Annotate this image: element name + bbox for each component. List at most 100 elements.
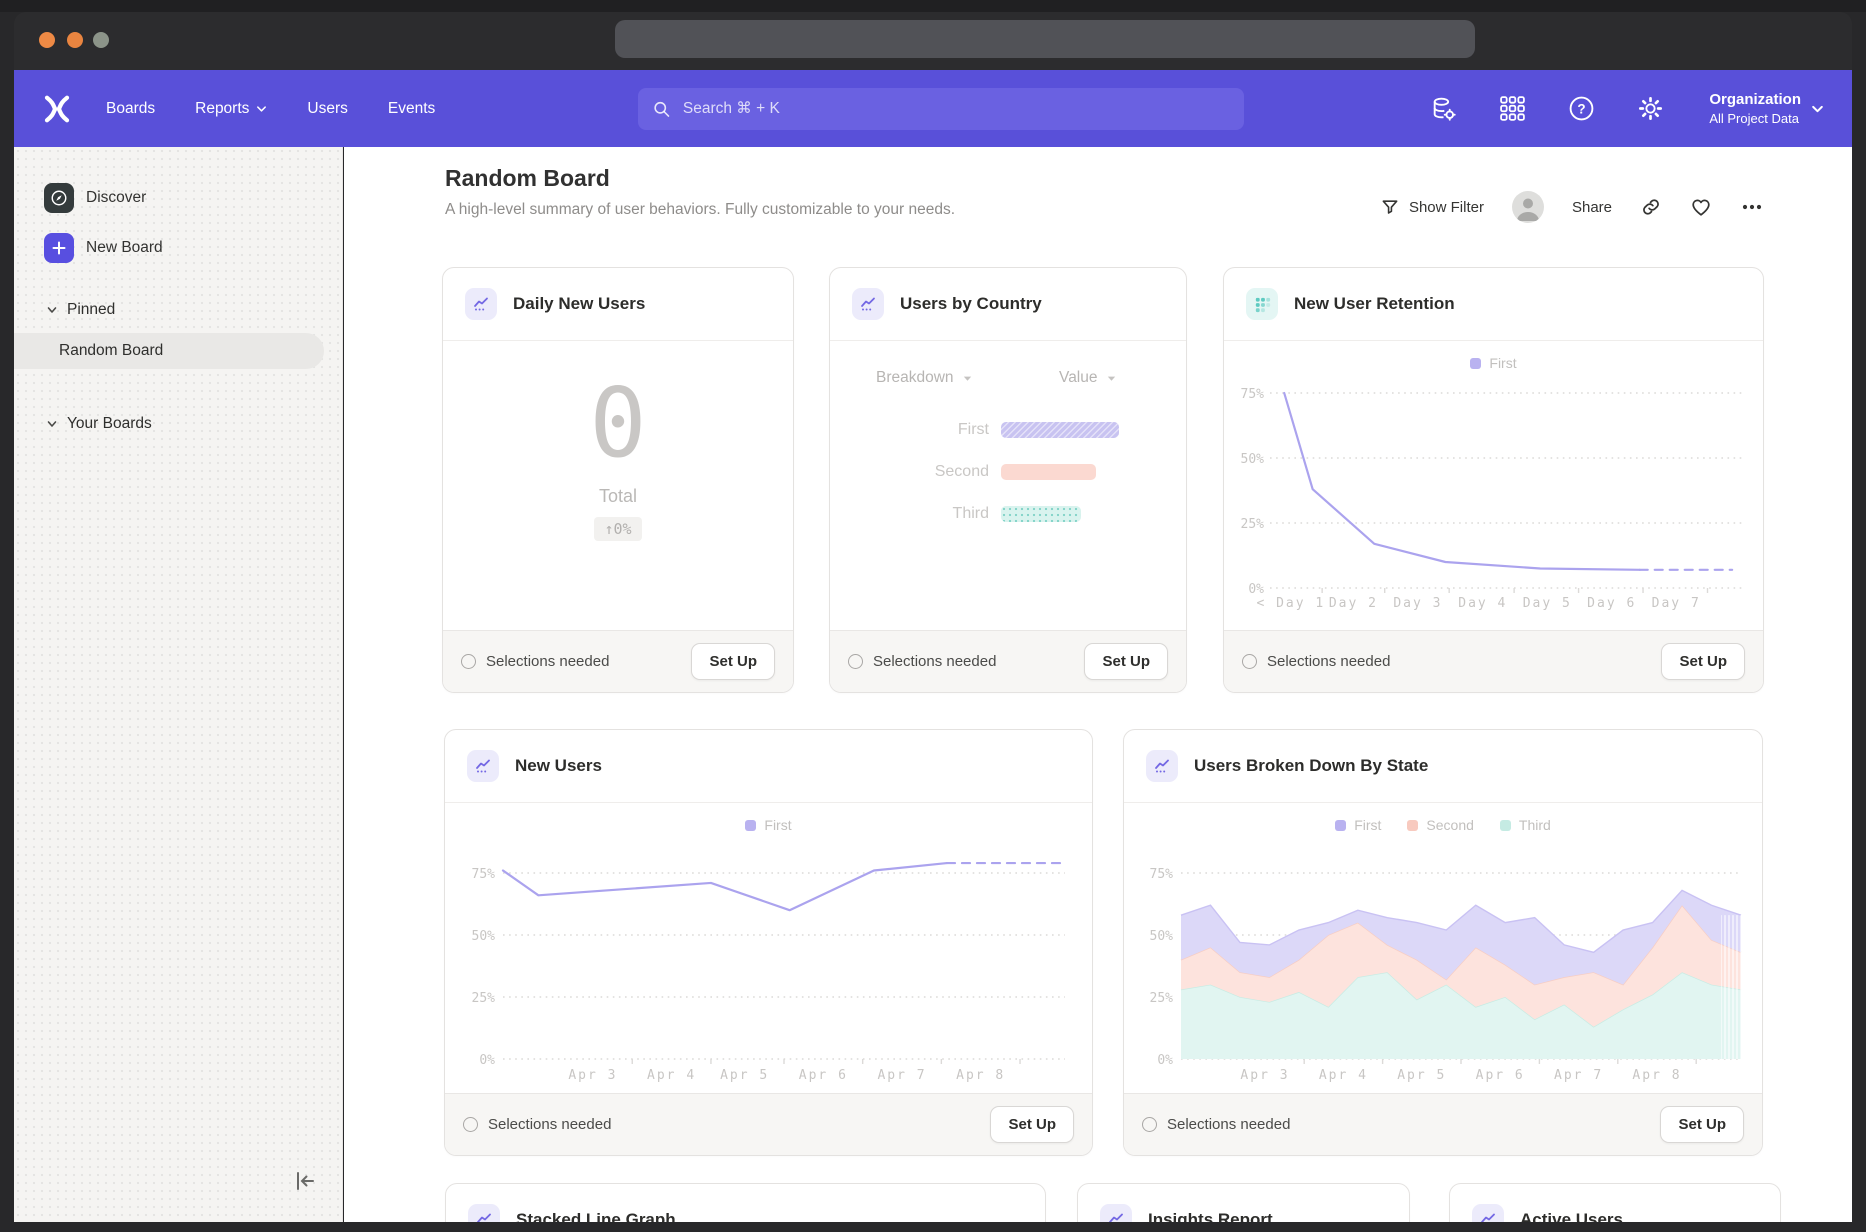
retention-line-chart[interactable]: 75%50%25%0%< Day 1Day 2Day 3Day 4Day 5Da… [1224, 341, 1764, 633]
country-bar[interactable] [1001, 422, 1119, 438]
board-controls: Show Filter Share [1380, 191, 1764, 223]
apps-grid-icon[interactable] [1499, 95, 1526, 122]
chevron-down-icon [256, 103, 267, 114]
line-chart-icon [1100, 1204, 1132, 1222]
svg-text:Apr 8: Apr 8 [1632, 1068, 1681, 1083]
traffic-light-zoom[interactable] [93, 32, 109, 48]
data-management-icon[interactable] [1430, 95, 1457, 122]
more-options-icon[interactable] [1740, 195, 1764, 219]
status-label: Selections needed [1167, 1116, 1290, 1133]
nav-item-users[interactable]: Users [307, 100, 347, 118]
line-chart-icon [1472, 1204, 1504, 1222]
country-row: Third [830, 505, 1186, 523]
card-footer: Selections needed Set Up [1124, 1093, 1762, 1155]
page-subtitle: A high-level summary of user behaviors. … [445, 201, 955, 219]
svg-text:0%: 0% [1248, 582, 1264, 597]
sidebar-item-label: Discover [86, 189, 146, 207]
collapse-sidebar-icon[interactable] [292, 1168, 318, 1194]
share-button[interactable]: Share [1572, 199, 1612, 216]
card-footer: Selections needed Set Up [443, 630, 793, 692]
nav-item-label: Users [307, 100, 347, 118]
svg-text:75%: 75% [472, 867, 496, 882]
state-area-chart[interactable]: 75%50%25%0%Apr 3Apr 4Apr 5Apr 6Apr 7Apr … [1124, 803, 1763, 1100]
status-label: Selections needed [1267, 653, 1390, 670]
card-title: Stacked Line Graph [516, 1210, 676, 1222]
board-link-label: Random Board [59, 342, 163, 360]
sidebar: Discover New Board Pinned Random Board [14, 147, 343, 1222]
plus-icon [44, 233, 74, 263]
country-bar[interactable] [1001, 464, 1096, 480]
org-switcher[interactable]: Organization All Project Data [1709, 70, 1824, 147]
search-bar[interactable] [638, 88, 1244, 130]
country-row: Second [830, 463, 1186, 481]
board-main: Random Board A high-level summary of use… [344, 147, 1852, 1222]
card-active-users: Active Users [1449, 1183, 1781, 1222]
card-body: First 75%50%25%0%< Day 1Day 2Day 3Day 4D… [1224, 341, 1763, 633]
sidebar-section-pinned[interactable]: Pinned [14, 295, 115, 325]
svg-text:0%: 0% [1157, 1053, 1173, 1068]
favorite-heart-icon[interactable] [1690, 196, 1712, 218]
mixpanel-logo-icon[interactable] [42, 94, 72, 124]
status-circle-icon [461, 654, 476, 669]
card-header: Users by Country [830, 268, 1186, 341]
sidebar-item-random-board[interactable]: Random Board [14, 333, 324, 369]
card-header: Active Users [1450, 1184, 1780, 1222]
browser-tabstrip [0, 0, 1866, 12]
help-icon[interactable]: ? [1568, 95, 1595, 122]
card-insights-report: Insights Report [1077, 1183, 1410, 1222]
svg-text:Apr 7: Apr 7 [877, 1068, 926, 1083]
status-circle-icon [848, 654, 863, 669]
card-title: Insights Report [1148, 1210, 1273, 1222]
card-header: New User Retention [1224, 268, 1763, 341]
svg-text:25%: 25% [472, 991, 496, 1006]
card-stacked-line-graph: Stacked Line Graph [445, 1183, 1046, 1222]
show-filter-button[interactable]: Show Filter [1380, 197, 1484, 217]
nav-right-icons: ? [1430, 70, 1664, 147]
set-up-button[interactable]: Set Up [1084, 643, 1168, 680]
sidebar-item-new-board[interactable]: New Board [14, 229, 163, 267]
chevron-down-icon [46, 304, 58, 316]
country-row-label: Third [830, 505, 1001, 523]
breakdown-label: Breakdown [876, 369, 954, 387]
card-title: Users by Country [900, 294, 1042, 314]
svg-text:?: ? [1577, 102, 1585, 117]
settings-gear-icon[interactable] [1637, 95, 1664, 122]
top-navbar: Boards Reports Users Events [14, 70, 1852, 147]
metric-label: Total [599, 486, 637, 507]
svg-text:Day 4: Day 4 [1458, 596, 1507, 611]
status-label: Selections needed [873, 653, 996, 670]
set-up-button[interactable]: Set Up [691, 643, 775, 680]
new-users-line-chart[interactable]: 75%50%25%0%Apr 3Apr 4Apr 5Apr 6Apr 7Apr … [445, 803, 1093, 1100]
section-label: Pinned [67, 301, 115, 319]
value-dropdown[interactable]: Value [1059, 369, 1117, 387]
traffic-light-minimize[interactable] [67, 32, 83, 48]
sidebar-item-discover[interactable]: Discover [14, 179, 146, 217]
copy-link-icon[interactable] [1640, 196, 1662, 218]
chevron-down-icon [962, 373, 973, 384]
set-up-button[interactable]: Set Up [990, 1106, 1074, 1143]
status: Selections needed [848, 653, 996, 670]
nav-item-events[interactable]: Events [388, 100, 435, 118]
search-input[interactable] [681, 99, 1230, 119]
status-circle-icon [1142, 1117, 1157, 1132]
set-up-button[interactable]: Set Up [1661, 643, 1745, 680]
card-new-user-retention: New User Retention First 75%50%25%0%< Da… [1223, 267, 1764, 693]
line-chart-icon [468, 1204, 500, 1222]
set-up-button[interactable]: Set Up [1660, 1106, 1744, 1143]
country-row-label: First [830, 421, 1001, 439]
traffic-light-close[interactable] [39, 32, 55, 48]
nav-item-reports[interactable]: Reports [195, 100, 267, 118]
sidebar-section-your-boards[interactable]: Your Boards [14, 409, 152, 439]
breakdown-dropdown[interactable]: Breakdown [876, 369, 973, 387]
card-users-by-state: Users Broken Down By State FirstSecondTh… [1123, 729, 1763, 1156]
country-bar[interactable] [1001, 506, 1081, 522]
avatar[interactable] [1512, 191, 1544, 223]
show-filter-label: Show Filter [1409, 199, 1484, 216]
url-bar[interactable] [615, 20, 1475, 58]
nav-item-boards[interactable]: Boards [106, 100, 155, 118]
card-users-by-country: Users by Country Breakdown Value First Se… [829, 267, 1187, 693]
card-daily-new-users: Daily New Users 0 Total ↑0% Selections n… [442, 267, 794, 693]
svg-text:Apr 4: Apr 4 [647, 1068, 696, 1083]
status: Selections needed [463, 1116, 611, 1133]
svg-text:Day 3: Day 3 [1393, 596, 1442, 611]
